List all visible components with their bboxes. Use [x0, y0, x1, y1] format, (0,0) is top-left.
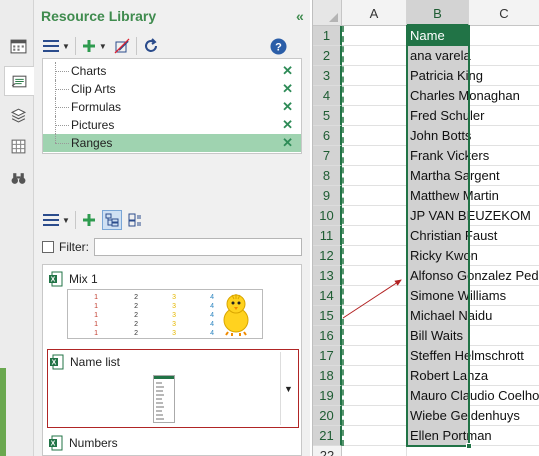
category-item-clip-arts[interactable]: Clip Arts ✕	[43, 80, 301, 98]
category-list: Charts ✕ Clip Arts ✕ Formulas ✕ Pictures ✕ R…	[42, 58, 302, 154]
toolbar-divider	[74, 37, 76, 55]
double-chevron-left-icon[interactable]: «	[296, 8, 304, 24]
thumbnail-view-icon	[128, 213, 141, 227]
name-list-thumbnail	[153, 375, 175, 423]
tree-view-button[interactable]	[101, 210, 122, 230]
layers-icon[interactable]	[8, 104, 28, 124]
delete-icon[interactable]: ✕	[282, 116, 293, 134]
toolbar-divider	[135, 37, 137, 55]
category-label: Clip Arts	[71, 82, 116, 96]
calendar-icon[interactable]	[8, 36, 28, 56]
thumbnail-value: 1	[94, 330, 98, 337]
menu-icon	[43, 40, 59, 52]
delete-icon[interactable]: ✕	[282, 62, 293, 80]
pane-resize-handle[interactable]	[0, 368, 6, 456]
category-label: Formulas	[71, 100, 122, 114]
pane-title: Resource Library	[41, 8, 157, 24]
svg-text:X: X	[51, 441, 56, 448]
item-name: Numbers	[69, 436, 118, 450]
edit-icon	[114, 38, 130, 54]
chick-icon	[223, 294, 249, 336]
menu-icon	[43, 214, 59, 226]
grid-icon[interactable]	[8, 136, 28, 156]
filter-label: Filter:	[59, 240, 89, 254]
binoculars-icon[interactable]	[8, 168, 28, 188]
thumbnail-value: 1	[94, 312, 98, 319]
delete-icon[interactable]: ✕	[282, 80, 293, 98]
items-toolbar: ▼	[42, 210, 145, 230]
refresh-icon	[144, 38, 157, 52]
list-item-name-list[interactable]: X Name list ▼	[47, 349, 299, 428]
item-name: Mix 1	[69, 272, 98, 286]
filter-checkbox[interactable]	[42, 241, 54, 253]
category-label: Charts	[71, 64, 107, 78]
delete-icon[interactable]: ✕	[282, 134, 293, 152]
resource-library-pane: Resource Library « ▼ ▼ ? Charts ✕ Clip Ar…	[34, 0, 310, 456]
items-list: X Mix 1 1 1 1 1 1 2 2 2 2 2 3 3 3 3 3 4 4 4 4 4 X Name list	[42, 264, 302, 456]
menu-button[interactable]: ▼	[42, 210, 70, 230]
svg-text:X: X	[51, 277, 56, 284]
thumbnail-value: 3	[172, 294, 176, 301]
thumbnail-value: 4	[210, 294, 214, 301]
thumbnail-value: 2	[134, 294, 138, 301]
filter-input[interactable]	[94, 238, 302, 256]
svg-text:?: ?	[275, 41, 282, 53]
thumbnail-value: 3	[172, 303, 176, 310]
mix-1-thumbnail[interactable]: 1 1 1 1 1 2 2 2 2 2 3 3 3 3 3 4 4 4 4 4	[67, 289, 263, 339]
add-icon	[82, 214, 95, 226]
thumbnail-value: 4	[210, 303, 214, 310]
excel-file-icon: X	[50, 354, 64, 370]
resource-library-icon[interactable]	[4, 66, 34, 96]
category-item-pictures[interactable]: Pictures ✕	[43, 116, 301, 134]
list-item-mix-1[interactable]: X Mix 1	[49, 271, 98, 287]
thumbnail-value: 3	[172, 321, 176, 328]
thumbnail-value: 1	[94, 294, 98, 301]
spreadsheet-grid[interactable]: A B C 1 2 3 4 5 6 7 8 9 10 11 12 13 14 15 16 17 18 19 20 21 2…	[312, 0, 539, 456]
filter-row: Filter:	[42, 237, 302, 257]
thumbnail-value: 2	[134, 312, 138, 319]
edit-button[interactable]	[113, 36, 131, 56]
refresh-button[interactable]	[142, 36, 160, 56]
item-name: Name list	[70, 355, 121, 369]
category-label: Pictures	[71, 118, 115, 132]
help-button[interactable]: ?	[270, 36, 287, 56]
thumbnail-value: 1	[94, 321, 98, 328]
thumbnail-value: 3	[172, 330, 176, 337]
excel-file-icon: X	[49, 435, 63, 451]
thumbnail-value: 4	[210, 330, 214, 337]
chevron-down-icon[interactable]: ▼	[280, 352, 296, 425]
chevron-down-icon: ▼	[62, 41, 70, 51]
category-item-formulas[interactable]: Formulas ✕	[43, 98, 301, 116]
chevron-down-icon: ▼	[98, 41, 107, 51]
delete-icon[interactable]: ✕	[282, 98, 293, 116]
add-icon	[82, 40, 95, 52]
menu-button[interactable]: ▼	[42, 36, 70, 56]
thumbnail-value: 4	[210, 312, 214, 319]
svg-text:X: X	[52, 360, 57, 367]
thumbnail-value: 2	[134, 321, 138, 328]
list-item-numbers[interactable]: X Numbers	[49, 435, 118, 451]
thumbnail-value: 4	[210, 321, 214, 328]
thumbnail-value: 2	[134, 303, 138, 310]
thumbnail-view-button[interactable]	[125, 210, 145, 230]
item-header: X Name list	[50, 354, 120, 370]
toolbar-divider	[74, 211, 76, 229]
thumbnail-value: 3	[172, 312, 176, 319]
library-toolbar: ▼ ▼ ?	[42, 36, 287, 56]
thumbnail-value: 2	[134, 330, 138, 337]
help-icon: ?	[270, 38, 287, 54]
chevron-down-icon: ▼	[62, 215, 70, 225]
add-button[interactable]: ▼	[81, 36, 107, 56]
add-item-button[interactable]	[81, 210, 97, 230]
excel-file-icon: X	[49, 271, 63, 287]
category-item-ranges[interactable]: Ranges ✕	[43, 134, 301, 152]
sidebar-strip	[0, 0, 34, 456]
category-label: Ranges	[71, 136, 113, 150]
category-item-charts[interactable]: Charts ✕	[43, 62, 301, 80]
thumbnail-value: 1	[94, 303, 98, 310]
tree-view-icon	[105, 213, 119, 227]
insert-arrow-icon	[342, 279, 402, 319]
